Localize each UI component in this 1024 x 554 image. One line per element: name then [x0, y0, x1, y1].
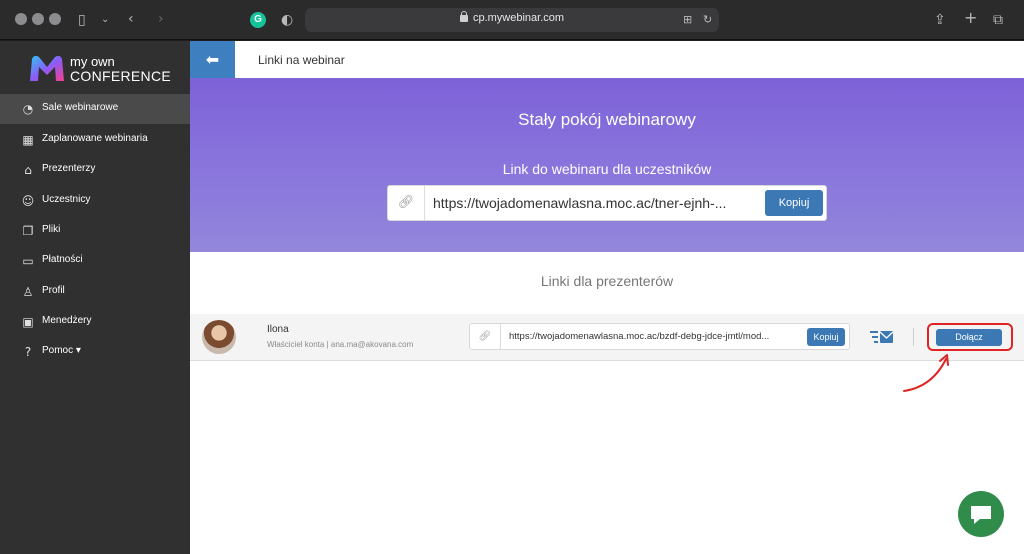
tab-overview-icon[interactable]: ⧉ — [993, 12, 1003, 28]
participant-link-text[interactable]: https://twojadomenawlasna.moc.ac/tner-ej… — [433, 195, 753, 211]
window-minimize-button[interactable] — [32, 13, 44, 25]
chevron-down-icon[interactable]: ⌄ — [101, 12, 109, 28]
presenters-heading: Linki dla prezenterów — [540, 273, 674, 289]
sidebar-item-pliki[interactable]: ❐ Pliki — [0, 216, 190, 246]
page-title: Linki na webinar — [258, 53, 345, 67]
link-icon: 🔗︎ — [470, 324, 501, 349]
copy-participant-link-button[interactable]: Kopiuj — [765, 190, 823, 216]
participant-link-field[interactable]: 🔗︎ https://twojadomenawlasna.moc.ac/tner… — [387, 185, 827, 221]
window-close-button[interactable] — [15, 13, 27, 25]
profile-icon: ♙ — [22, 285, 34, 299]
logo-line1: my own — [70, 54, 115, 69]
sidebar-item-zaplanowane-webinaria[interactable]: ▦ Zaplanowane webinaria — [0, 125, 190, 155]
files-icon: ❐ — [22, 224, 34, 238]
arrow-left-icon: ⬅ — [205, 50, 220, 69]
sidebar: my own CONFERENCE ◔ Sale webinarowe ▦ Za… — [0, 41, 190, 554]
webinar-room-icon: ◔ — [22, 102, 34, 116]
sidebar-item-sale-webinarowe[interactable]: ◔ Sale webinarowe — [0, 94, 190, 124]
managers-icon: ▣ — [22, 315, 34, 329]
table-row: Ilona Właściciel konta | ana.ma@akovana.… — [190, 314, 1024, 361]
avatar — [202, 320, 236, 354]
sidebar-item-label: Płatności — [42, 254, 83, 265]
main-content: ⬅ Linki na webinar Stały pokój webinarow… — [190, 41, 1024, 554]
address-bar[interactable]: cp.mywebinar.com ⊞ ↻ — [305, 8, 719, 32]
logo[interactable]: my own CONFERENCE — [28, 51, 178, 87]
translate-icon[interactable]: ⊞ — [683, 12, 692, 28]
sidebar-item-pomoc[interactable]: ? Pomoc ▾ — [0, 337, 190, 367]
copy-presenter-link-button[interactable]: Kopiuj — [807, 328, 845, 346]
annotation-arrow-icon — [903, 354, 949, 392]
grammarly-icon[interactable]: G — [250, 12, 266, 28]
help-icon: ? — [24, 345, 32, 359]
sidebar-item-label: Profil — [42, 285, 65, 296]
presenter-icon: ⌂ — [24, 163, 32, 177]
back-nav-icon[interactable]: ‹ — [128, 11, 134, 27]
sidebar-item-profil[interactable]: ♙ Profil — [0, 277, 190, 307]
sidebar-item-label: Pliki — [42, 224, 61, 235]
calendar-icon: ▦ — [22, 133, 34, 147]
users-icon: ☺ — [21, 194, 35, 208]
forward-nav-icon[interactable]: › — [158, 11, 164, 27]
chat-bubble-icon — [971, 506, 991, 524]
card-icon: ▭ — [22, 254, 34, 268]
sidebar-item-label: Pomoc ▾ — [42, 345, 81, 356]
lock-icon — [459, 11, 468, 22]
logo-line2: CONFERENCE — [70, 68, 172, 84]
shield-icon[interactable]: ◐ — [281, 12, 293, 28]
sidebar-toggle-icon[interactable]: ▯ — [78, 12, 86, 28]
conference-logo-icon — [30, 55, 64, 81]
chat-button[interactable] — [958, 491, 1004, 537]
join-button[interactable]: Dołącz — [936, 329, 1002, 346]
participant-link-heading: Link do webinaru dla uczestników — [502, 161, 712, 177]
sidebar-item-label: Prezenterzy — [42, 163, 96, 174]
browser-toolbar: ▯ ⌄ ‹ › G ◐ cp.mywebinar.com ⊞ ↻ ⇪ + ⧉ — [0, 0, 1024, 40]
send-email-icon[interactable] — [870, 329, 894, 345]
sidebar-item-label: Menedżery — [42, 315, 92, 326]
presenter-link-text[interactable]: https://twojadomenawlasna.moc.ac/bzdf-de… — [509, 331, 803, 342]
presenter-role: Właściciel konta | ana.ma@akovana.com — [267, 340, 414, 349]
sidebar-item-prezenterzy[interactable]: ⌂ Prezenterzy — [0, 155, 190, 185]
sidebar-item-label: Sale webinarowe — [42, 102, 119, 113]
link-icon: 🔗︎ — [388, 186, 425, 220]
sidebar-item-uczestnicy[interactable]: ☺ Uczestnicy — [0, 186, 190, 216]
presenter-link-field[interactable]: 🔗︎ https://twojadomenawlasna.moc.ac/bzdf… — [469, 323, 850, 350]
divider — [913, 328, 914, 346]
window-zoom-button[interactable] — [49, 13, 61, 25]
join-highlight-frame: Dołącz — [927, 323, 1013, 351]
url-text: cp.mywebinar.com — [472, 12, 565, 24]
new-tab-icon[interactable]: + — [964, 10, 977, 26]
sidebar-item-menedzery[interactable]: ▣ Menedżery — [0, 307, 190, 337]
back-button[interactable]: ⬅ — [190, 41, 235, 78]
share-icon[interactable]: ⇪ — [934, 12, 946, 28]
sidebar-item-label: Uczestnicy — [42, 194, 91, 205]
reload-icon[interactable]: ↻ — [703, 12, 712, 28]
presenter-name: Ilona — [267, 324, 289, 335]
sidebar-item-platnosci[interactable]: ▭ Płatności — [0, 246, 190, 276]
hero-banner: Stały pokój webinarowy Link do webinaru … — [190, 78, 1024, 252]
top-bar: ⬅ Linki na webinar — [190, 41, 1024, 78]
sidebar-item-label: Zaplanowane webinaria — [42, 133, 148, 144]
room-title: Stały pokój webinarowy — [518, 110, 696, 129]
